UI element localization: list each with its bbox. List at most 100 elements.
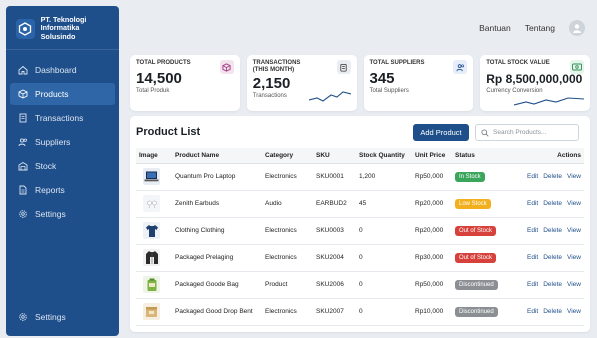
sidebar-item-dashboard[interactable]: Dashboard bbox=[10, 59, 115, 81]
stat-card-total-stock-value[interactable]: TOTAL STOCK VALUE Rp 8,500,000,000 Curre… bbox=[480, 55, 590, 111]
delete-link[interactable]: Delete bbox=[543, 200, 562, 207]
sidebar-item-reports[interactable]: Reports bbox=[10, 179, 115, 201]
table-row[interactable]: Zenith Earbuds Audio EARBUD2 45 Rp20,000 Low … bbox=[136, 190, 584, 218]
unit-price-cell: Rp30,000 bbox=[412, 244, 452, 272]
delete-link[interactable]: Delete bbox=[543, 227, 562, 234]
status-badge: Discontinued bbox=[455, 306, 498, 317]
sidebar-item-settings-bottom[interactable]: Settings bbox=[10, 306, 115, 328]
delete-link[interactable]: Delete bbox=[543, 308, 562, 315]
stat-card-total-products[interactable]: TOTAL PRODUCTS 14,500 Total Produk bbox=[130, 55, 240, 111]
edit-link[interactable]: Edit bbox=[527, 200, 538, 207]
transactions-sparkline bbox=[308, 91, 351, 102]
stock-quantity-cell: 0 bbox=[356, 271, 412, 299]
sku-cell: SKU0003 bbox=[313, 217, 356, 245]
search-input[interactable] bbox=[493, 129, 573, 136]
product-name-cell: Packaged Goode Bag bbox=[172, 271, 262, 299]
column-header-status[interactable]: Status bbox=[452, 148, 508, 164]
table-row[interactable]: Clothing Clothing Electronics SKU0003 0 Rp20… bbox=[136, 217, 584, 245]
view-link[interactable]: View bbox=[567, 227, 581, 234]
unit-price-cell: Rp50,000 bbox=[412, 271, 452, 299]
category-cell: Electronics bbox=[262, 217, 313, 245]
edit-link[interactable]: Edit bbox=[527, 308, 538, 315]
sidebar-item-label: Suppliers bbox=[35, 137, 71, 147]
edit-link[interactable]: Edit bbox=[527, 254, 538, 261]
sidebar-item-label: Products bbox=[35, 89, 69, 99]
stat-card-total-suppliers[interactable]: TOTAL SUPPLIERS 345 Total Suppliers bbox=[363, 55, 474, 111]
product-name-cell: Clothing Clothing bbox=[172, 217, 262, 245]
home-icon bbox=[18, 65, 28, 75]
unit-price-cell: Rp50,000 bbox=[412, 163, 452, 191]
unit-price-cell: Rp10,000 bbox=[412, 298, 452, 326]
image-cell bbox=[136, 190, 172, 218]
sidebar-item-label: Transactions bbox=[35, 113, 84, 123]
sidebar-item-settings[interactable]: Settings bbox=[10, 203, 115, 225]
column-header-category[interactable]: Category bbox=[262, 148, 313, 164]
column-header-stock-quantity[interactable]: Stock Quantity bbox=[356, 148, 412, 164]
product-thumbnail bbox=[143, 222, 160, 239]
status-badge: Out of Stock bbox=[455, 225, 497, 236]
status-cell: In Stock bbox=[452, 163, 508, 191]
warehouse-icon bbox=[18, 161, 28, 171]
column-header-image[interactable]: Image bbox=[136, 148, 172, 164]
user-avatar-icon[interactable] bbox=[569, 20, 585, 36]
clipboard-icon bbox=[336, 60, 351, 74]
sku-cell: SKU0001 bbox=[313, 163, 356, 191]
view-link[interactable]: View bbox=[567, 281, 581, 288]
sidebar-item-label: Settings bbox=[35, 209, 66, 219]
table-row[interactable]: Packaged Good Drop Bent Electronics SKU200… bbox=[136, 298, 584, 326]
product-name-cell: Zenith Earbuds bbox=[172, 190, 262, 218]
card-sub: Total Produk bbox=[136, 88, 170, 94]
column-header-actions: Actions bbox=[508, 148, 584, 164]
delete-link[interactable]: Delete bbox=[543, 281, 562, 288]
status-cell: Out of Stock bbox=[452, 244, 508, 272]
stat-card-transactions[interactable]: TRANSACTIONS (THIS MONTH) 2,150 Transacti… bbox=[246, 55, 357, 111]
image-cell bbox=[136, 298, 172, 326]
image-cell bbox=[136, 217, 172, 245]
brand[interactable]: PT. Teknologi Informatika Solusindo bbox=[6, 6, 119, 50]
edit-link[interactable]: Edit bbox=[527, 281, 538, 288]
column-header-unit-price[interactable]: Unit Price bbox=[412, 148, 452, 164]
delete-link[interactable]: Delete bbox=[543, 254, 562, 261]
help-link[interactable]: Bantuan bbox=[479, 23, 511, 33]
edit-link[interactable]: Edit bbox=[527, 227, 538, 234]
people-icon bbox=[453, 60, 468, 74]
sku-cell: SKU2004 bbox=[313, 244, 356, 272]
product-name-cell: Packaged Prelaging bbox=[172, 244, 262, 272]
sidebar-item-products[interactable]: Products bbox=[10, 83, 115, 105]
about-link[interactable]: Tentang bbox=[525, 23, 555, 33]
gear-icon bbox=[18, 209, 28, 219]
edit-link[interactable]: Edit bbox=[527, 173, 538, 180]
image-cell bbox=[136, 163, 172, 191]
column-header-sku[interactable]: SKU bbox=[313, 148, 356, 164]
table-row[interactable]: Quantum Pro Laptop Electronics SKU0001 1,20… bbox=[136, 163, 584, 191]
sidebar-item-label: Settings bbox=[35, 312, 66, 322]
card-value: Rp 8,500,000,000 bbox=[486, 72, 583, 86]
view-link[interactable]: View bbox=[567, 173, 581, 180]
view-link[interactable]: View bbox=[567, 308, 581, 315]
status-cell: Low Stock bbox=[452, 190, 508, 218]
unit-price-cell: Rp20,000 bbox=[412, 190, 452, 218]
category-cell: Electronics bbox=[262, 298, 313, 326]
sidebar-item-transactions[interactable]: Transactions bbox=[10, 107, 115, 129]
status-cell: Discontinued bbox=[452, 298, 508, 326]
column-header-product-name[interactable]: Product Name bbox=[172, 148, 262, 164]
category-cell: Electronics bbox=[262, 163, 313, 191]
sidebar-item-suppliers[interactable]: Suppliers bbox=[10, 131, 115, 153]
sidebar-item-stock[interactable]: Stock bbox=[10, 155, 115, 177]
search-box[interactable] bbox=[475, 124, 579, 141]
sku-cell: EARBUD2 bbox=[313, 190, 356, 218]
view-link[interactable]: View bbox=[567, 200, 581, 207]
stock-quantity-cell: 0 bbox=[356, 298, 412, 326]
table-row[interactable]: Packaged Prelaging Electronics SKU2004 0 Rp3… bbox=[136, 244, 584, 272]
view-link[interactable]: View bbox=[567, 254, 581, 261]
card-value: 345 bbox=[369, 70, 395, 87]
money-icon bbox=[570, 60, 584, 74]
table-row[interactable]: Packaged Goode Bag Product SKU2006 0 Rp50,00… bbox=[136, 271, 584, 299]
brand-name: PT. Teknologi Informatika Solusindo bbox=[41, 15, 111, 42]
delete-link[interactable]: Delete bbox=[543, 173, 562, 180]
document-icon bbox=[18, 185, 28, 195]
add-product-button[interactable]: Add Product bbox=[413, 124, 469, 141]
product-name-cell: Quantum Pro Laptop bbox=[172, 163, 262, 191]
sidebar: PT. Teknologi Informatika Solusindo Dash… bbox=[6, 6, 119, 336]
actions-cell: Edit Delete View bbox=[508, 190, 584, 218]
